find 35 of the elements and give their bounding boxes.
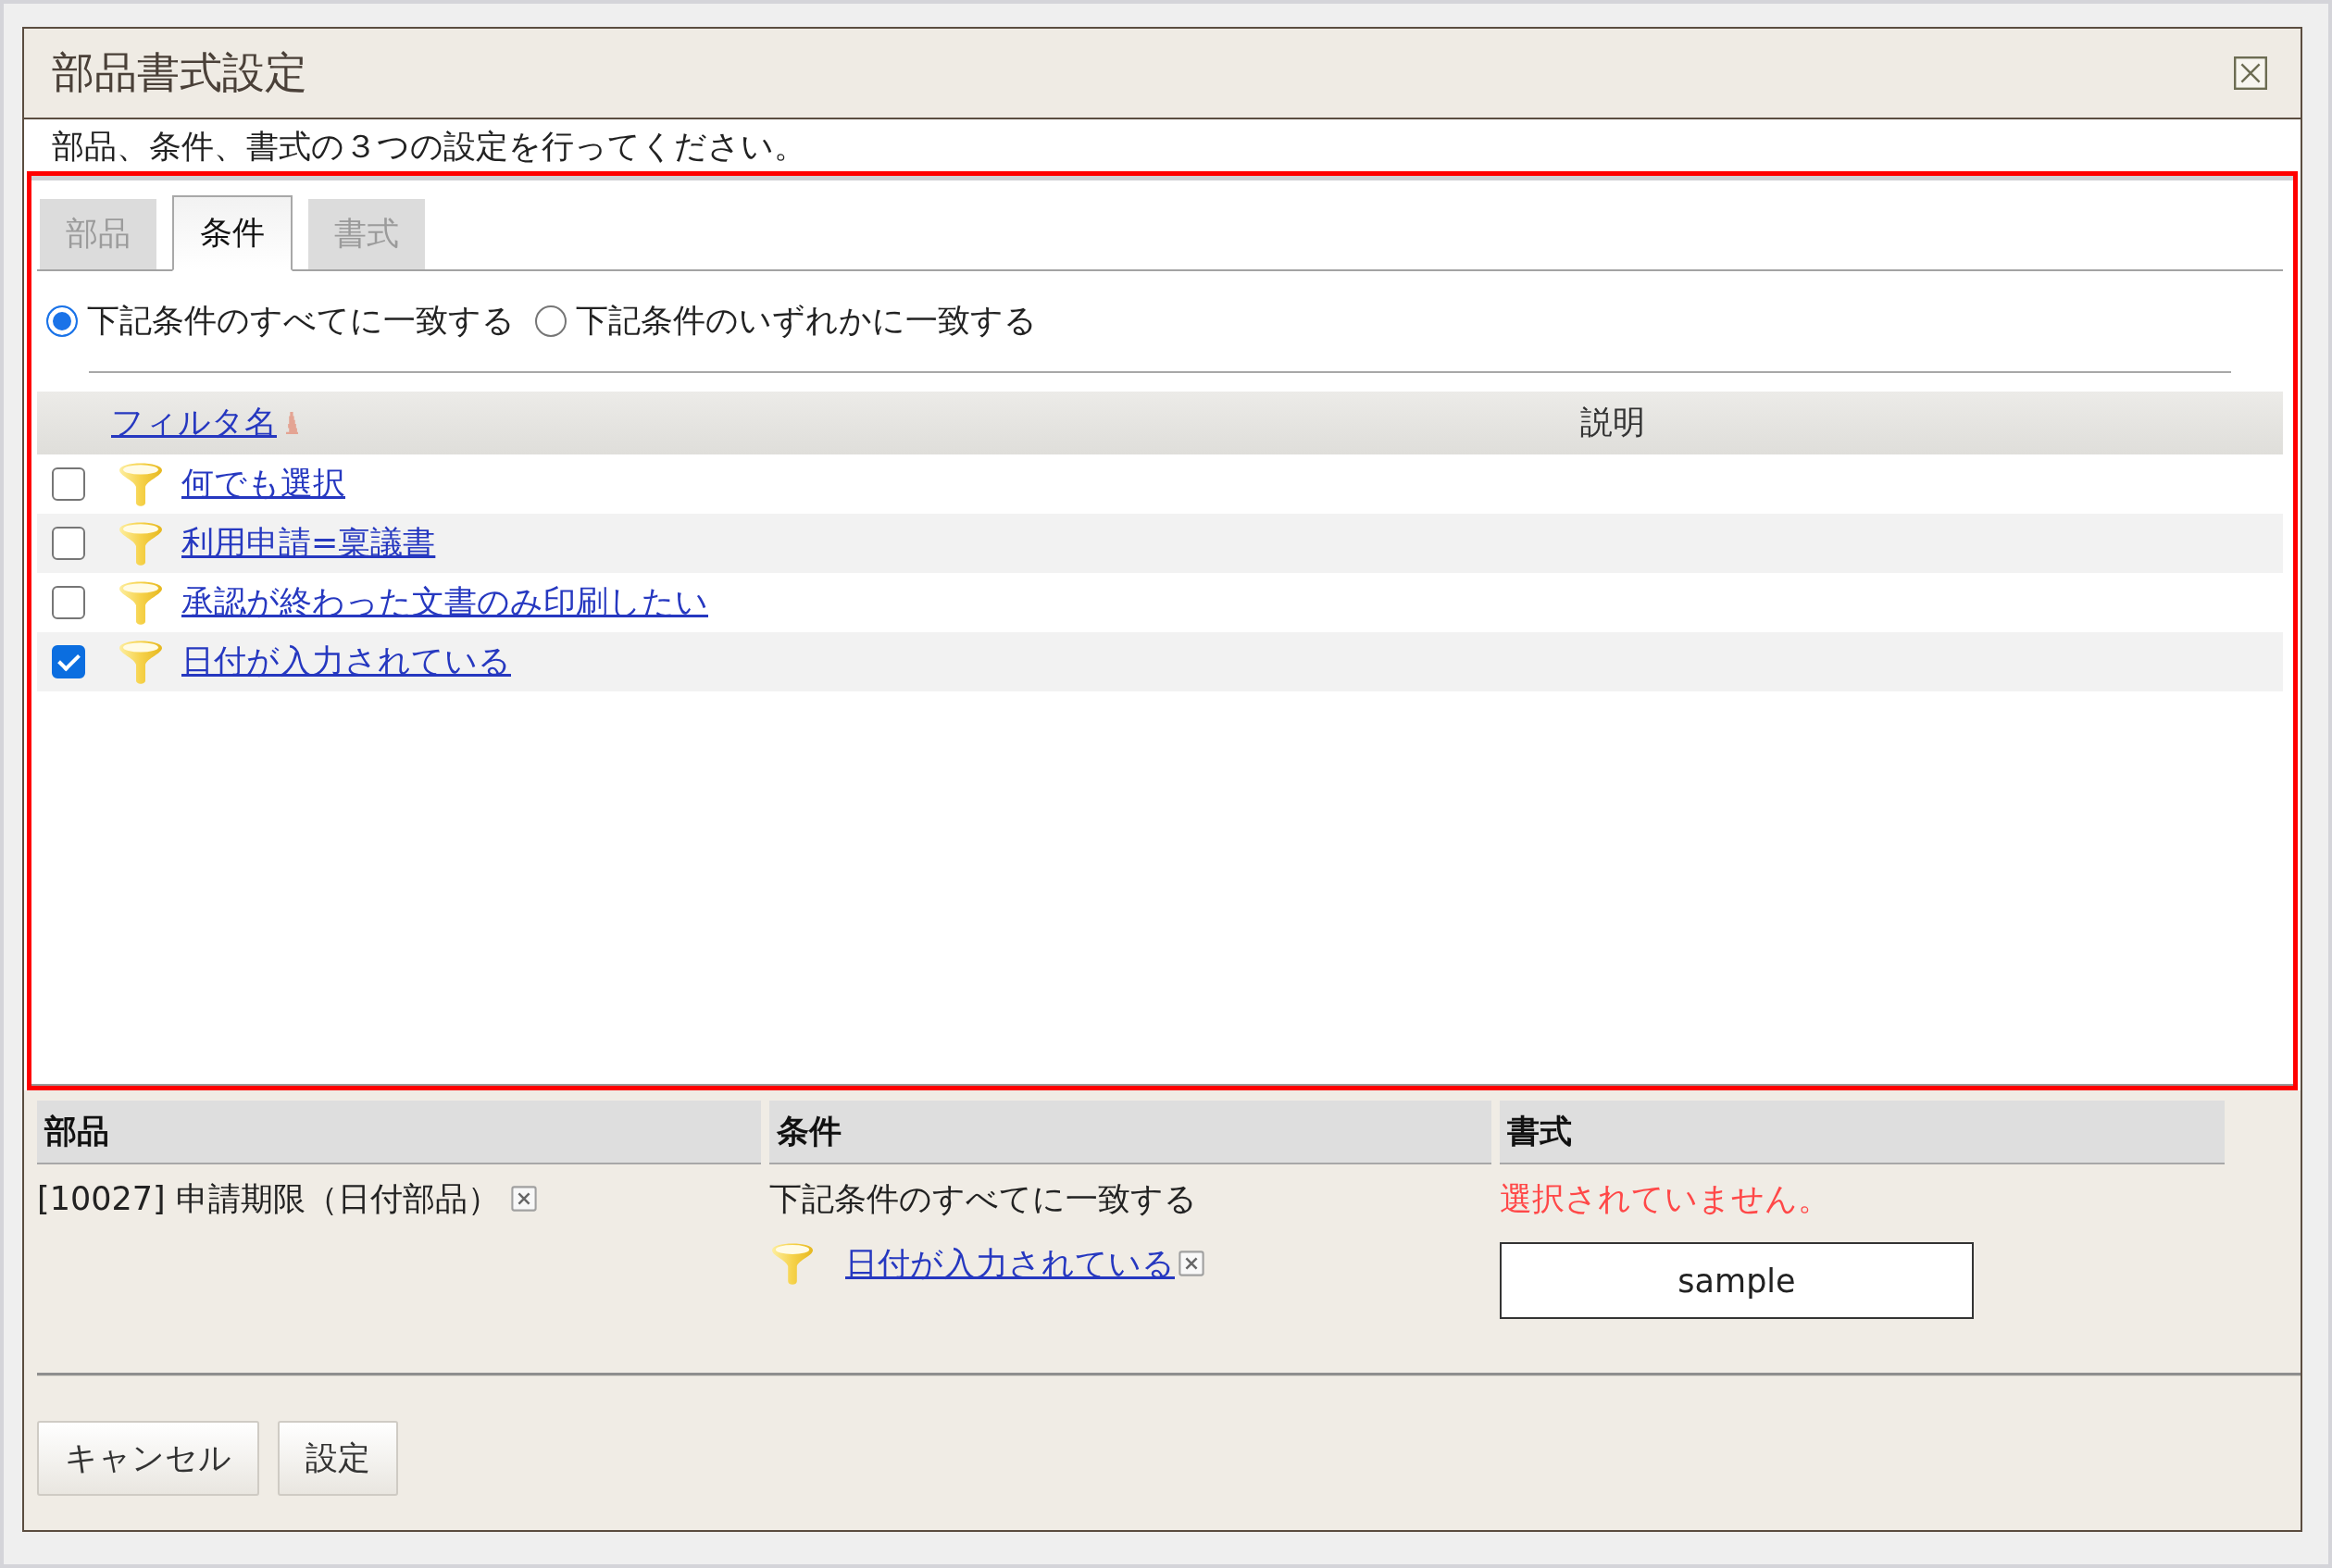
column-header: 説明	[1579, 403, 1645, 443]
summary-heading: 書式	[1500, 1101, 2225, 1164]
close-icon[interactable]	[2234, 56, 2267, 90]
funnel-icon	[118, 579, 163, 625]
filter-link[interactable]: 日付が入力されている	[181, 640, 511, 684]
radio-button[interactable]	[46, 305, 78, 337]
format-preview: sample	[1500, 1242, 1974, 1319]
filter-link[interactable]: 日付が入力されている	[845, 1241, 1175, 1286]
tab[interactable]: 条件	[172, 194, 293, 271]
radio-label[interactable]: 下記条件のすべてに一致する	[87, 299, 515, 343]
action-button[interactable]: 設定	[278, 1421, 398, 1496]
funnel-icon	[771, 1242, 814, 1285]
summary-heading: 条件	[769, 1101, 1491, 1164]
checkbox[interactable]	[52, 644, 85, 678]
funnel-icon	[118, 461, 163, 506]
checkbox[interactable]	[52, 585, 85, 619]
selected-part: [10027] 申請期限（日付部品）	[37, 1178, 500, 1219]
radio-label[interactable]: 下記条件のいずれかに一致する	[576, 299, 1037, 343]
checkbox[interactable]	[52, 526, 85, 560]
summary-heading: 部品	[37, 1101, 761, 1164]
match-mode-text: 下記条件のすべてに一致する	[769, 1178, 1197, 1219]
remove-icon[interactable]	[1178, 1251, 1204, 1276]
filter-link[interactable]: 何でも選択	[181, 462, 345, 506]
filter-link[interactable]: 承認が終わった文書のみ印刷したい	[181, 580, 708, 625]
instruction-text: 部品、条件、書式の３つの設定を行ってください。	[51, 127, 807, 167]
remove-icon[interactable]	[510, 1186, 537, 1212]
action-button[interactable]: キャンセル	[37, 1421, 259, 1496]
dialog-title: 部品書式設定	[52, 47, 307, 99]
funnel-icon	[118, 520, 163, 566]
funnel-icon	[118, 639, 163, 684]
filter-link[interactable]: 利用申請=稟議書	[181, 521, 436, 566]
checkbox[interactable]	[52, 467, 85, 501]
warning-text: 選択されていません。	[1500, 1178, 1830, 1219]
column-header-link[interactable]: フィルタ名	[111, 401, 277, 445]
radio-button[interactable]	[535, 305, 567, 337]
